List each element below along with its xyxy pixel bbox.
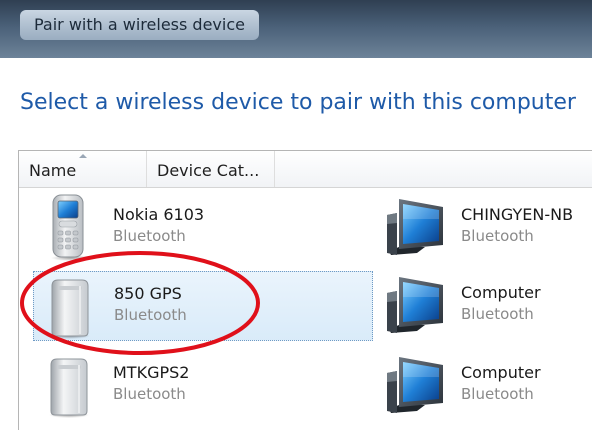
- device-name: Computer: [461, 283, 541, 302]
- title-bar: Pair with a wireless device: [0, 0, 592, 58]
- device-tile-computer-1[interactable]: Computer Bluetooth: [381, 271, 592, 341]
- page-heading: Select a wireless device to pair with th…: [20, 90, 576, 115]
- device-name: CHINGYEN-NB: [461, 205, 574, 224]
- device-name: 850 GPS: [114, 284, 182, 303]
- device-name: Nokia 6103: [113, 205, 205, 224]
- column-header-category-label: Device Cat...: [157, 161, 260, 180]
- device-type: Bluetooth: [461, 305, 534, 323]
- computer-icon: [387, 199, 443, 255]
- column-header-device-category[interactable]: Device Cat...: [147, 151, 275, 187]
- gps-device-icon: [49, 358, 89, 418]
- device-tile-computer-2[interactable]: Computer Bluetooth: [381, 351, 592, 421]
- computer-icon: [387, 357, 443, 413]
- column-header-name-label: Name: [29, 161, 77, 180]
- device-type: Bluetooth: [114, 306, 187, 324]
- device-tile-mtkgps2[interactable]: MTKGPS2 Bluetooth: [33, 351, 373, 421]
- device-type: Bluetooth: [113, 385, 186, 403]
- device-list[interactable]: Name Device Cat... Nokia 6103 Bluetooth: [18, 150, 592, 430]
- column-header-name[interactable]: Name: [19, 151, 147, 187]
- device-tile-nokia-6103[interactable]: Nokia 6103 Bluetooth: [33, 193, 373, 263]
- device-type: Bluetooth: [461, 385, 534, 403]
- list-header: Name Device Cat...: [19, 151, 592, 188]
- device-tile-850-gps[interactable]: 850 GPS Bluetooth: [33, 271, 373, 341]
- gps-device-icon: [50, 279, 90, 339]
- device-type: Bluetooth: [113, 227, 186, 245]
- sort-ascending-icon: [79, 154, 87, 158]
- device-type: Bluetooth: [461, 227, 534, 245]
- computer-icon: [387, 277, 443, 333]
- window-title: Pair with a wireless device: [20, 10, 259, 40]
- device-name: Computer: [461, 363, 541, 382]
- mobile-phone-icon: [51, 194, 91, 261]
- device-tile-chingyen-nb[interactable]: CHINGYEN-NB Bluetooth: [381, 193, 592, 263]
- device-name: MTKGPS2: [113, 363, 190, 382]
